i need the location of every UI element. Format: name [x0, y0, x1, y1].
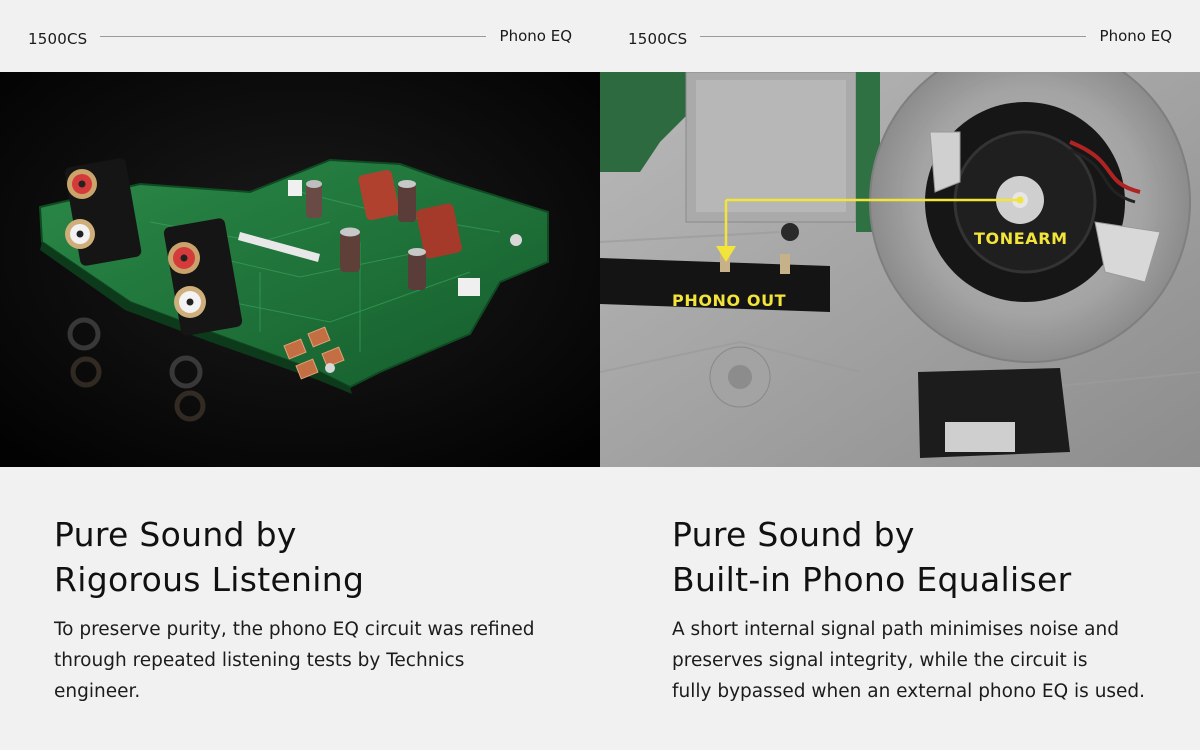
right-panel: 1500CS Phono EQ TONEARM PHONO OUT Pure S…	[600, 0, 1200, 750]
right-heading-line1: Pure Sound by	[672, 515, 915, 554]
page: 1500CS Phono EQ Pure Sound by Rigorous L…	[0, 0, 1200, 750]
left-heading-line2: Rigorous Listening	[54, 560, 365, 599]
model-label: 1500CS	[628, 30, 688, 48]
left-body-line2: through repeated listening tests by Tech…	[54, 650, 465, 671]
right-header: 1500CS Phono EQ	[600, 0, 1200, 72]
model-label: 1500CS	[28, 30, 88, 48]
left-panel: 1500CS Phono EQ Pure Sound by Rigorous L…	[0, 0, 600, 750]
right-heading-line2: Built-in Phono Equaliser	[672, 560, 1072, 599]
callout-labels: TONEARM PHONO OUT	[672, 229, 1068, 310]
left-header: 1500CS Phono EQ	[0, 0, 600, 72]
turntable-underside-photo: TONEARM PHONO OUT	[600, 72, 1200, 467]
pcb-illustration	[0, 72, 600, 467]
phono-out-label: PHONO OUT	[672, 291, 786, 310]
left-body-line3: engineer.	[54, 681, 141, 702]
header-divider	[700, 36, 1086, 37]
right-heading: Pure Sound by Built-in Phono Equaliser	[672, 512, 1192, 602]
section-label: Phono EQ	[499, 27, 572, 45]
right-body-line1: A short internal signal path minimises n…	[672, 619, 1119, 640]
left-body-text: To preserve purity, the phono EQ circuit…	[54, 614, 584, 707]
right-body-text: A short internal signal path minimises n…	[672, 614, 1200, 707]
left-heading-line1: Pure Sound by	[54, 515, 297, 554]
right-body-line2: preserves signal integrity, while the ci…	[672, 650, 1088, 671]
left-body-line1: To preserve purity, the phono EQ circuit…	[54, 619, 535, 640]
right-body-line3: fully bypassed when an external phono EQ…	[672, 681, 1146, 702]
header-divider	[100, 36, 486, 37]
circuit-board-photo	[0, 72, 600, 467]
tonearm-label: TONEARM	[974, 229, 1068, 248]
left-heading: Pure Sound by Rigorous Listening	[54, 512, 574, 602]
section-label: Phono EQ	[1099, 27, 1172, 45]
